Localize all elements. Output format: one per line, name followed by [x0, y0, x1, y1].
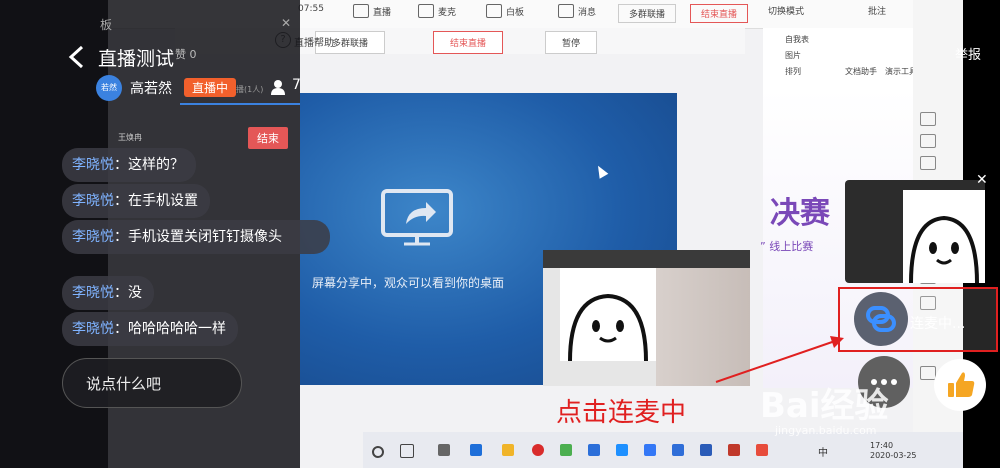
toolbar-multi-link-button[interactable]: 多群联播 — [618, 4, 677, 23]
taskbar-app-icon[interactable] — [672, 444, 684, 456]
page-title: 直播测试 — [98, 48, 175, 70]
end-button[interactable]: 结束 — [248, 127, 288, 149]
link-mic-icon — [866, 306, 896, 332]
like-count: 赞 0 — [175, 48, 197, 61]
taskbar-clock: 17:40 2020-03-25 — [870, 441, 917, 460]
whiteboard-icon — [486, 4, 502, 18]
like-button[interactable] — [934, 359, 986, 411]
tab-hint: 播(1人) — [236, 85, 264, 94]
link-mic-button[interactable] — [854, 292, 908, 346]
annotation-text: 点击连麦中 — [556, 398, 687, 428]
chat-message: 李晓悦：哈哈哈哈哈一样 — [62, 312, 238, 346]
ppt-subtitle: ” 线上比赛 — [760, 240, 814, 253]
help-label[interactable]: 直播帮助 — [294, 34, 334, 49]
live-icon — [353, 4, 369, 18]
host-name: 高若然 — [130, 81, 172, 97]
tab-underline — [180, 103, 300, 105]
search-icon[interactable] — [372, 446, 384, 458]
toolbar-item-live[interactable]: 直播 — [353, 4, 391, 18]
message-icon — [558, 4, 574, 18]
face-sticker-icon — [560, 268, 656, 361]
annotation-arrow-icon — [715, 336, 844, 383]
music-app-icon[interactable] — [532, 444, 544, 456]
toolbar-time: 07:55 — [298, 4, 324, 14]
thumbs-up-icon — [948, 372, 975, 397]
side-tool-icon[interactable] — [920, 156, 936, 170]
toolbar-item-mic[interactable]: 麦克 — [418, 4, 456, 18]
taskbar-app-icon[interactable] — [588, 444, 600, 456]
edge-browser-icon[interactable] — [470, 444, 482, 456]
side-tool-icon[interactable] — [920, 134, 936, 148]
ribbon-item[interactable]: 图片 — [785, 50, 801, 61]
window-title: 板 — [100, 18, 113, 32]
toolbar-comment[interactable]: 批注 — [868, 4, 886, 17]
ribbon-item[interactable]: 自我表 — [785, 34, 809, 45]
taskbar-app-icon[interactable] — [438, 444, 450, 456]
word-icon[interactable] — [700, 444, 712, 456]
end-live-button[interactable]: 结束直播 — [433, 31, 504, 54]
mic-icon — [418, 4, 434, 18]
toolbar-item-message[interactable]: 消息 — [558, 4, 596, 18]
face-sticker-icon — [903, 190, 985, 283]
person-icon — [271, 80, 285, 95]
close-icon[interactable]: ✕ — [281, 16, 291, 30]
taskbar-app-icon[interactable] — [756, 444, 768, 456]
chat-message: 李晓悦：没 — [62, 276, 154, 310]
file-explorer-icon[interactable] — [502, 444, 514, 456]
dingtalk-icon[interactable] — [644, 444, 656, 456]
ribbon-item[interactable]: 文档助手 — [845, 66, 877, 77]
toolbar-end-live-button[interactable]: 结束直播 — [690, 4, 749, 23]
ribbon-item[interactable]: 排列 — [785, 66, 801, 77]
screen-share-icon — [381, 189, 453, 246]
baidu-watermark-url: jingyan.baidu.com — [775, 424, 877, 437]
screen-share-text: 屏幕分享中，观众可以看到你的桌面 — [312, 276, 505, 290]
viewer-count: 7 — [292, 77, 301, 93]
pause-button[interactable]: 暂停 — [545, 31, 598, 54]
back-arrow-icon[interactable] — [66, 44, 88, 70]
ime-language[interactable]: 中 — [818, 444, 828, 459]
chat-message: 李晓悦：在手机设置 — [62, 184, 210, 218]
participant-name: 王焕冉 — [118, 133, 142, 142]
close-icon[interactable]: ✕ — [976, 172, 988, 188]
comment-input-placeholder[interactable]: 说点什么吧 — [86, 373, 161, 394]
status-badge: 直播中 — [184, 78, 237, 97]
chat-message: 李晓悦：手机设置关闭钉钉摄像头 — [62, 220, 330, 254]
toolbar-item-whiteboard[interactable]: 白板 — [486, 4, 524, 18]
link-mic-status[interactable]: 连麦中... — [910, 313, 965, 333]
ie-browser-icon[interactable] — [616, 444, 628, 456]
report-button[interactable]: 举报 — [955, 44, 981, 63]
taskbar-app-icon[interactable] — [560, 444, 572, 456]
side-tool-icon[interactable] — [920, 112, 936, 126]
ppt-icon[interactable] — [728, 444, 740, 456]
toolbar-switch-mode[interactable]: 切换模式 — [768, 4, 804, 17]
task-view-icon[interactable] — [400, 444, 414, 458]
avatar[interactable]: 若然 — [96, 75, 122, 101]
ppt-title: 决赛 — [770, 196, 830, 231]
chat-message: 李晓悦：这样的？ — [62, 148, 196, 182]
